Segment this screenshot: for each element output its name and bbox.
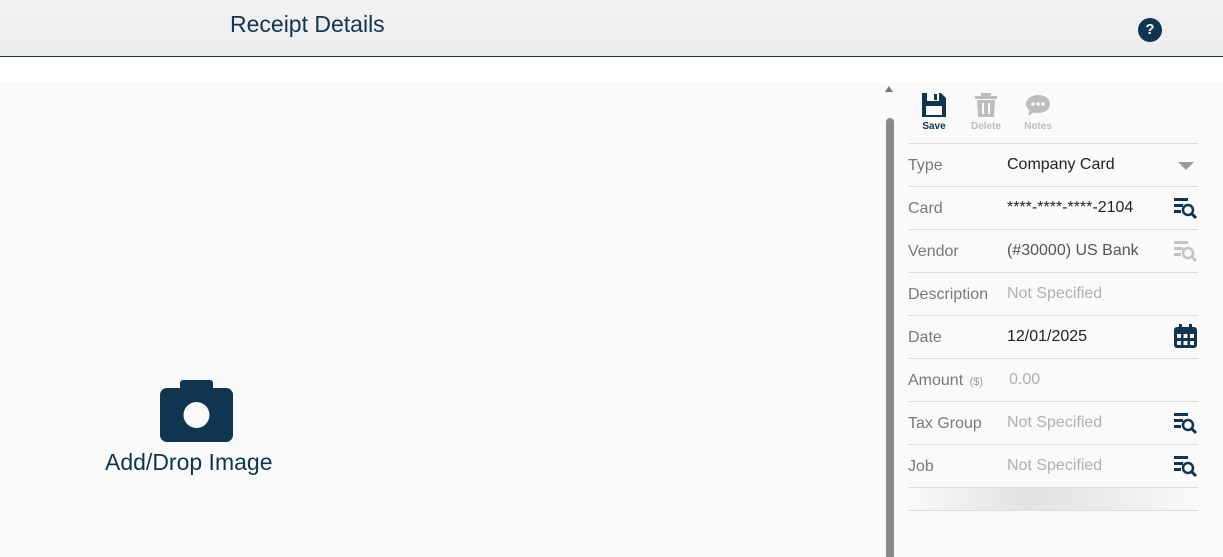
vendor-row: Vendor (#30000) US Bank bbox=[908, 230, 1198, 273]
description-field[interactable]: Not Specified bbox=[1007, 285, 1102, 303]
amount-field[interactable]: 0.00 bbox=[1009, 371, 1040, 389]
notes-label: Notes bbox=[1024, 121, 1052, 132]
chevron-down-icon[interactable] bbox=[1178, 162, 1194, 170]
lookup-search-icon[interactable] bbox=[1173, 410, 1198, 435]
amount-row: Amount ($) 0.00 bbox=[908, 359, 1198, 402]
delete-label: Delete bbox=[970, 121, 1001, 132]
amount-label: Amount ($) bbox=[908, 372, 984, 389]
lookup-search-icon[interactable] bbox=[1173, 195, 1198, 220]
header-spacer bbox=[0, 57, 1223, 82]
delete-button[interactable]: Delete bbox=[965, 92, 1007, 132]
scroll-up-arrow[interactable] bbox=[885, 86, 893, 92]
camera-icon[interactable] bbox=[160, 380, 233, 442]
card-label: Card bbox=[908, 200, 943, 217]
add-drop-image-label[interactable]: Add/Drop Image bbox=[105, 449, 272, 476]
save-button[interactable]: Save bbox=[913, 92, 955, 132]
save-icon bbox=[922, 93, 946, 117]
description-row: Description Not Specified bbox=[908, 273, 1198, 316]
scrollbar[interactable] bbox=[886, 118, 894, 557]
vendor-field: (#30000) US Bank bbox=[1007, 242, 1139, 259]
loading-row bbox=[908, 488, 1198, 511]
chat-bubble-icon bbox=[1026, 95, 1050, 116]
job-row: Job Not Specified bbox=[908, 445, 1198, 488]
job-label: Job bbox=[908, 458, 934, 475]
page-header: Receipt Details ? bbox=[0, 0, 1223, 57]
card-field[interactable]: ****-****-****-2104 bbox=[1007, 199, 1133, 217]
receipt-form: Type Company Card Card ****-****-****-21… bbox=[908, 143, 1198, 511]
date-label: Date bbox=[908, 329, 942, 346]
type-select[interactable]: Company Card bbox=[1007, 156, 1115, 174]
lookup-search-icon[interactable] bbox=[1173, 453, 1198, 478]
tax-group-field[interactable]: Not Specified bbox=[1007, 414, 1102, 432]
tax-group-label: Tax Group bbox=[908, 415, 982, 432]
trash-icon bbox=[975, 93, 997, 117]
lookup-search-icon bbox=[1174, 241, 1198, 263]
amount-unit: ($) bbox=[969, 376, 984, 388]
tax-group-row: Tax Group Not Specified bbox=[908, 402, 1198, 445]
vendor-label: Vendor bbox=[908, 243, 959, 260]
description-label: Description bbox=[908, 286, 989, 303]
save-label: Save bbox=[922, 121, 946, 132]
date-row: Date 12/01/2025 bbox=[908, 316, 1198, 359]
image-drop-zone[interactable] bbox=[0, 82, 884, 557]
notes-button[interactable]: Notes bbox=[1017, 92, 1059, 132]
type-row: Type Company Card bbox=[908, 144, 1198, 187]
page-title: Receipt Details bbox=[230, 11, 385, 37]
help-button[interactable]: ? bbox=[1138, 18, 1162, 42]
calendar-icon[interactable] bbox=[1173, 324, 1198, 349]
type-label: Type bbox=[908, 157, 943, 174]
job-field[interactable]: Not Specified bbox=[1007, 457, 1102, 475]
card-row: Card ****-****-****-2104 bbox=[908, 187, 1198, 230]
date-field[interactable]: 12/01/2025 bbox=[1007, 328, 1087, 346]
